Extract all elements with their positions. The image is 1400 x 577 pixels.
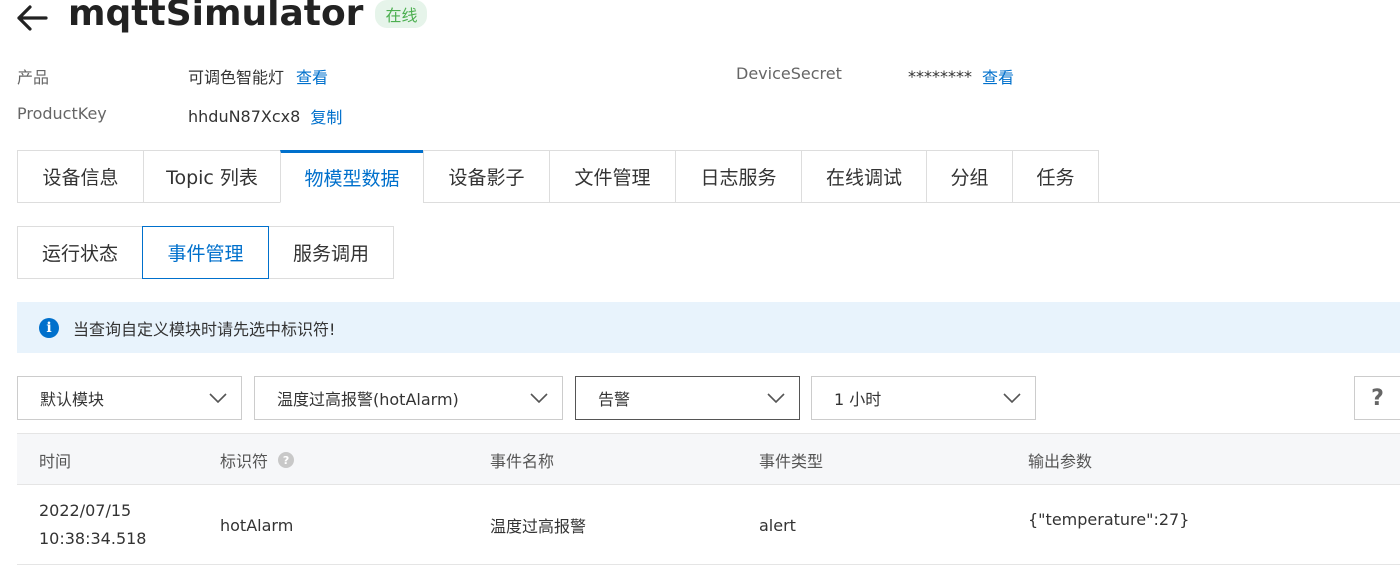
event-select[interactable]: 温度过高报警(hotAlarm) (254, 376, 563, 420)
product-label: 产品 (17, 68, 50, 87)
time-range-select[interactable]: 1 小时 (811, 376, 1036, 420)
info-icon: i (39, 317, 59, 338)
tab-online-debug[interactable]: 在线调试 (801, 150, 926, 203)
table-header: 时间 标识符 ? 事件名称 事件类型 输出参数 (17, 433, 1400, 485)
cell-identifier: hotAlarm (220, 515, 294, 535)
secret-view-link[interactable]: 查看 (982, 64, 1014, 88)
productkey-value-group: hhduN87Xcx8 复制 (188, 104, 342, 128)
cell-timestamp: 10:38:34.518 (39, 529, 147, 548)
tab-device-info[interactable]: 设备信息 (17, 150, 143, 203)
chevron-down-icon (767, 393, 785, 403)
subtab-service-call[interactable]: 服务调用 (268, 226, 394, 279)
device-title: mqttSimulator (68, 0, 364, 34)
product-value: 可调色智能灯 (188, 68, 285, 87)
subtab-event-management[interactable]: 事件管理 (142, 226, 269, 279)
product-view-link[interactable]: 查看 (296, 64, 328, 88)
tab-task[interactable]: 任务 (1012, 150, 1099, 203)
module-select[interactable]: 默认模块 (17, 376, 242, 420)
secret-info: DeviceSecret (736, 64, 842, 83)
column-header-identifier-label: 标识符 (220, 452, 269, 471)
column-header-event-type: 事件类型 (759, 452, 824, 471)
main-tabs: 设备信息 Topic 列表 物模型数据 设备影子 文件管理 日志服务 在线调试 … (17, 150, 1400, 203)
secret-value: ******** (908, 66, 972, 86)
productkey-label: ProductKey (17, 104, 107, 123)
tab-group[interactable]: 分组 (926, 150, 1012, 203)
column-header-time: 时间 (39, 452, 72, 471)
cell-time: 2022/07/15 10:38:34.518 (39, 485, 146, 565)
productkey-info: ProductKey (17, 104, 107, 123)
event-type-select-value: 告警 (598, 390, 631, 409)
notice-text: 当查询自定义模块时请先选中标识符! (73, 319, 336, 339)
chevron-down-icon (1003, 393, 1021, 403)
cell-event-type: alert (759, 515, 796, 535)
tab-file-management[interactable]: 文件管理 (549, 150, 675, 203)
chevron-down-icon (530, 393, 548, 403)
secret-value-group: ******** 查看 (908, 64, 1014, 88)
question-icon[interactable]: ? (278, 452, 295, 468)
info-notice: i 当查询自定义模块时请先选中标识符! (17, 302, 1400, 353)
cell-output: {"temperature":27} (1028, 509, 1190, 529)
chevron-down-icon (209, 393, 227, 403)
tab-log-service[interactable]: 日志服务 (675, 150, 801, 203)
product-info: 产品 (17, 64, 49, 88)
back-arrow-icon[interactable] (16, 5, 48, 31)
page-header: mqttSimulator 在线 (16, 0, 428, 36)
module-select-value: 默认模块 (40, 390, 105, 409)
productkey-copy-link[interactable]: 复制 (310, 104, 342, 128)
cell-date: 2022/07/15 (39, 501, 132, 520)
table-row: 2022/07/15 10:38:34.518 hotAlarm 温度过高报警 … (17, 485, 1400, 565)
cell-event-name: 温度过高报警 (490, 517, 587, 536)
productkey-value: hhduN87Xcx8 (188, 106, 301, 126)
column-header-identifier: 标识符 ? (220, 434, 295, 486)
sub-tabs: 运行状态 事件管理 服务调用 (17, 226, 394, 279)
event-type-select[interactable]: 告警 (575, 376, 800, 420)
column-header-event-name: 事件名称 (490, 452, 555, 471)
tab-thing-model-data[interactable]: 物模型数据 (280, 150, 423, 203)
event-table: 时间 标识符 ? 事件名称 事件类型 输出参数 2022/07/15 10:38… (17, 433, 1400, 565)
tab-device-shadow[interactable]: 设备影子 (423, 150, 549, 203)
status-badge: 在线 (375, 0, 428, 28)
event-select-value: 温度过高报警(hotAlarm) (277, 390, 459, 409)
time-range-select-value: 1 小时 (834, 390, 882, 409)
product-value-group: 可调色智能灯 查看 (188, 64, 328, 88)
help-button[interactable]: ? (1354, 376, 1400, 420)
secret-label: DeviceSecret (736, 64, 842, 83)
subtab-runtime-status[interactable]: 运行状态 (17, 226, 143, 279)
tab-topic-list[interactable]: Topic 列表 (143, 150, 280, 203)
